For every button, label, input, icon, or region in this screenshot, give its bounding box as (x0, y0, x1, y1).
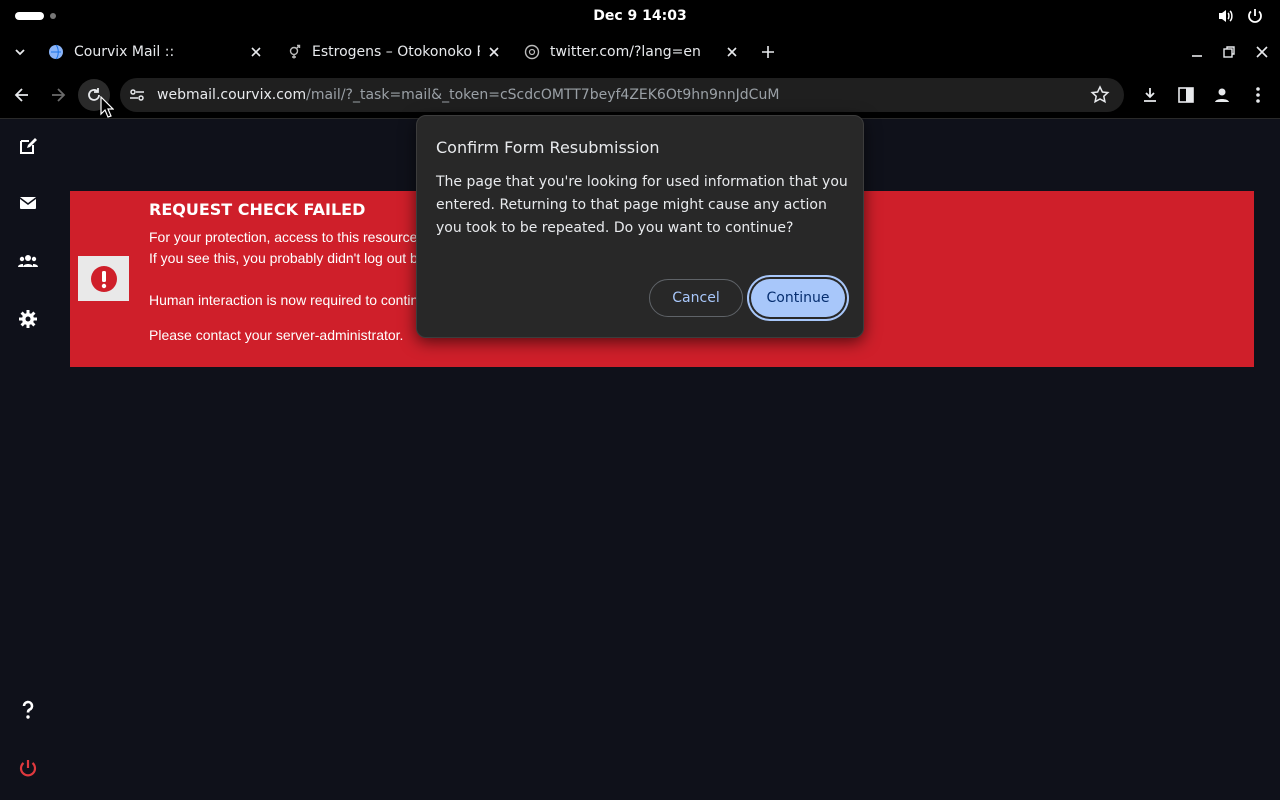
confirm-resubmission-dialog: Confirm Form Resubmission The page that … (416, 115, 864, 338)
help-question-icon[interactable] (18, 700, 38, 720)
url-host: webmail.courvix.com (157, 87, 307, 103)
gender-symbol-icon (289, 44, 301, 59)
volume-icon[interactable] (1217, 7, 1235, 25)
close-tab-icon[interactable] (724, 44, 740, 60)
tab-estrogens[interactable]: Estrogens – Otokonoko Pha (286, 32, 480, 72)
site-info-tune-icon[interactable] (127, 85, 147, 105)
minimize-window-icon[interactable] (1189, 44, 1205, 60)
profile-avatar-icon[interactable] (1212, 85, 1232, 105)
mouse-cursor-icon (100, 96, 114, 118)
mail-envelope-icon[interactable] (18, 193, 38, 213)
alert-title: REQUEST CHECK FAILED (149, 200, 366, 219)
tab-title: Estrogens – Otokonoko Pha (312, 44, 480, 60)
alert-text-line: Human interaction is now required to con… (149, 292, 417, 308)
alert-icon-box (78, 256, 129, 301)
power-menu-icon[interactable] (1246, 7, 1264, 25)
tab-twitter[interactable]: twitter.com/?lang=en (524, 32, 714, 72)
system-clock[interactable]: Dec 9 14:03 (0, 0, 1280, 32)
alert-text-line: For your protection, access to this reso… (149, 229, 417, 245)
cancel-button[interactable]: Cancel (649, 279, 743, 317)
dialog-title: Confirm Form Resubmission (436, 138, 660, 157)
bookmark-star-icon[interactable] (1090, 85, 1110, 105)
close-tab-icon[interactable] (486, 44, 502, 60)
forward-arrow-icon[interactable] (48, 85, 68, 105)
continue-button[interactable]: Continue (751, 279, 845, 317)
mail-globe-icon (49, 44, 63, 60)
close-tab-icon[interactable] (248, 44, 264, 60)
back-arrow-icon[interactable] (12, 85, 32, 105)
globe-icon (524, 44, 540, 60)
url-path: /mail/?_task=mail&_token=cScdcOMTT7beyf4… (306, 87, 780, 103)
new-tab-plus-icon[interactable] (760, 44, 776, 60)
contacts-icon[interactable] (18, 251, 38, 271)
compose-icon[interactable] (18, 136, 38, 156)
tab-title: twitter.com/?lang=en (550, 44, 701, 60)
url-text[interactable]: webmail.courvix.com/mail/?_task=mail&_to… (157, 78, 779, 112)
restore-window-icon[interactable] (1221, 44, 1237, 60)
exclamation-circle-icon (90, 265, 117, 292)
alert-text-line: If you see this, you probably didn't log… (149, 250, 417, 266)
side-panel-icon[interactable] (1176, 85, 1196, 105)
more-menu-icon[interactable] (1248, 85, 1268, 105)
system-top-bar: Dec 9 14:03 (0, 0, 1280, 32)
download-icon[interactable] (1140, 85, 1160, 105)
webmail-sidebar (0, 119, 56, 800)
logout-power-icon[interactable] (18, 758, 38, 778)
close-window-icon[interactable] (1254, 44, 1270, 60)
settings-gear-icon[interactable] (18, 309, 38, 329)
dialog-message: The page that you're looking for used in… (436, 174, 848, 236)
tab-search-chevron-icon[interactable] (12, 44, 28, 60)
tab-courvix-mail[interactable]: Courvix Mail :: (48, 32, 248, 72)
tab-title: Courvix Mail :: (74, 44, 175, 60)
